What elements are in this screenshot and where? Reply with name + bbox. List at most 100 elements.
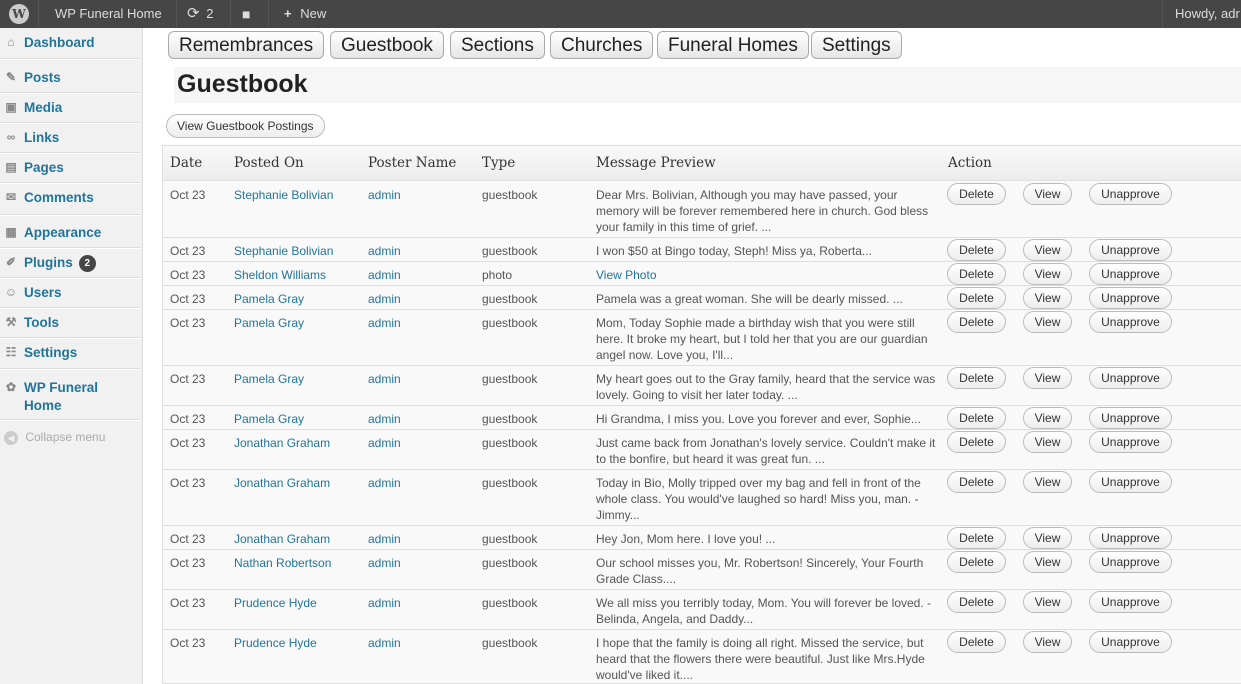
- unapprove-button[interactable]: Unapprove: [1089, 631, 1172, 653]
- delete-button[interactable]: Delete: [947, 431, 1006, 453]
- sidebar-item-settings[interactable]: ☷ Settings: [0, 338, 141, 368]
- column-header-date[interactable]: Date: [170, 155, 202, 171]
- tab-funeral-homes[interactable]: Funeral Homes: [657, 31, 809, 59]
- howdy-user-menu[interactable]: Howdy, adr: [1175, 0, 1240, 28]
- row-posted-on-link[interactable]: Pamela Gray: [234, 315, 304, 331]
- row-poster-name-link[interactable]: admin: [368, 635, 401, 651]
- view-button[interactable]: View: [1023, 527, 1072, 549]
- row-posted-on-link[interactable]: Stephanie Bolivian: [234, 243, 333, 259]
- view-button[interactable]: View: [1023, 407, 1072, 429]
- delete-button[interactable]: Delete: [947, 183, 1006, 205]
- unapprove-button[interactable]: Unapprove: [1089, 431, 1172, 453]
- sidebar-item-users[interactable]: ☺ Users: [0, 278, 141, 308]
- row-posted-on-link[interactable]: Nathan Robertson: [234, 555, 331, 571]
- delete-button[interactable]: Delete: [947, 367, 1006, 389]
- row-poster-name-link[interactable]: admin: [368, 595, 401, 611]
- tab-churches[interactable]: Churches: [550, 31, 654, 59]
- row-posted-on-link[interactable]: Sheldon Williams: [234, 267, 326, 283]
- view-button[interactable]: View: [1023, 183, 1072, 205]
- delete-button[interactable]: Delete: [947, 311, 1006, 333]
- tab-sections[interactable]: Sections: [450, 31, 545, 59]
- delete-button[interactable]: Delete: [947, 407, 1006, 429]
- delete-button[interactable]: Delete: [947, 471, 1006, 493]
- row-posted-on-link[interactable]: Jonathan Graham: [234, 531, 330, 547]
- sidebar-item-comments[interactable]: ✉ Comments: [0, 183, 141, 213]
- row-poster-name-link[interactable]: admin: [368, 371, 401, 387]
- row-poster-name-link[interactable]: admin: [368, 411, 401, 427]
- row-poster-name-link[interactable]: admin: [368, 291, 401, 307]
- site-name-link[interactable]: WP Funeral Home: [55, 0, 162, 28]
- row-poster-name-link[interactable]: admin: [368, 475, 401, 491]
- tab-remembrances[interactable]: Remembrances: [168, 31, 325, 59]
- sidebar-item-dashboard[interactable]: ⌂ Dashboard: [0, 28, 141, 58]
- unapprove-button[interactable]: Unapprove: [1089, 551, 1172, 573]
- unapprove-button[interactable]: Unapprove: [1089, 527, 1172, 549]
- view-button[interactable]: View: [1023, 263, 1072, 285]
- row-date: Oct 23: [170, 636, 206, 650]
- sidebar-item-appearance[interactable]: ▦ Appearance: [0, 218, 141, 248]
- row-poster-name-link[interactable]: admin: [368, 187, 401, 203]
- view-button[interactable]: View: [1023, 471, 1072, 493]
- delete-button[interactable]: Delete: [947, 591, 1006, 613]
- row-poster-name-link[interactable]: admin: [368, 555, 401, 571]
- unapprove-button[interactable]: Unapprove: [1089, 367, 1172, 389]
- column-header-message-preview[interactable]: Message Preview: [596, 155, 716, 171]
- row-poster-name-link[interactable]: admin: [368, 243, 401, 259]
- view-button[interactable]: View: [1023, 367, 1072, 389]
- unapprove-button[interactable]: Unapprove: [1089, 471, 1172, 493]
- admin-bar-divider: [1162, 0, 1163, 28]
- wordpress-logo-icon[interactable]: W: [9, 4, 29, 24]
- column-header-type[interactable]: Type: [482, 155, 515, 171]
- row-posted-on-link[interactable]: Jonathan Graham: [234, 475, 330, 491]
- sidebar-item-links[interactable]: ∞ Links: [0, 123, 141, 153]
- row-posted-on-link[interactable]: Prudence Hyde: [234, 635, 317, 651]
- unapprove-button[interactable]: Unapprove: [1089, 263, 1172, 285]
- comments-bubble-icon[interactable]: ■: [242, 0, 250, 28]
- row-poster-name-link[interactable]: admin: [368, 531, 401, 547]
- row-posted-on-link[interactable]: Pamela Gray: [234, 371, 304, 387]
- row-posted-on-link[interactable]: Jonathan Graham: [234, 435, 330, 451]
- view-button[interactable]: View: [1023, 239, 1072, 261]
- view-button[interactable]: View: [1023, 431, 1072, 453]
- delete-button[interactable]: Delete: [947, 551, 1006, 573]
- column-header-poster-name[interactable]: Poster Name: [368, 155, 456, 171]
- unapprove-button[interactable]: Unapprove: [1089, 311, 1172, 333]
- unapprove-button[interactable]: Unapprove: [1089, 287, 1172, 309]
- row-posted-on-link[interactable]: Prudence Hyde: [234, 595, 317, 611]
- view-button[interactable]: View: [1023, 551, 1072, 573]
- sidebar-item-media[interactable]: ▣ Media: [0, 93, 141, 123]
- row-posted-on-link[interactable]: Stephanie Bolivian: [234, 187, 333, 203]
- row-posted-on-link[interactable]: Pamela Gray: [234, 411, 304, 427]
- tab-settings[interactable]: Settings: [811, 31, 902, 59]
- delete-button[interactable]: Delete: [947, 631, 1006, 653]
- tab-guestbook[interactable]: Guestbook: [330, 31, 444, 59]
- unapprove-button[interactable]: Unapprove: [1089, 407, 1172, 429]
- row-message-preview: I won $50 at Bingo today, Steph! Miss ya…: [596, 244, 872, 258]
- delete-button[interactable]: Delete: [947, 287, 1006, 309]
- sidebar-item-wp-funeral-home[interactable]: ✿ WP Funeral Home: [0, 373, 141, 421]
- unapprove-button[interactable]: Unapprove: [1089, 183, 1172, 205]
- delete-button[interactable]: Delete: [947, 263, 1006, 285]
- row-poster-name-link[interactable]: admin: [368, 315, 401, 331]
- updates-link[interactable]: ⟳ 2: [187, 0, 213, 28]
- view-guestbook-postings-button[interactable]: View Guestbook Postings: [166, 114, 325, 138]
- unapprove-button[interactable]: Unapprove: [1089, 591, 1172, 613]
- delete-button[interactable]: Delete: [947, 239, 1006, 261]
- row-poster-name-link[interactable]: admin: [368, 267, 401, 283]
- sidebar-item-plugins[interactable]: ✐ Plugins 2: [0, 248, 141, 278]
- row-posted-on-link[interactable]: Pamela Gray: [234, 291, 304, 307]
- view-button[interactable]: View: [1023, 591, 1072, 613]
- view-button[interactable]: View: [1023, 311, 1072, 333]
- row-poster-name-link[interactable]: admin: [368, 435, 401, 451]
- sidebar-item-tools[interactable]: ⚒ Tools: [0, 308, 141, 338]
- unapprove-button[interactable]: Unapprove: [1089, 239, 1172, 261]
- sidebar-item-pages[interactable]: ▤ Pages: [0, 153, 141, 183]
- view-button[interactable]: View: [1023, 287, 1072, 309]
- column-header-posted-on[interactable]: Posted On: [234, 155, 304, 171]
- view-button[interactable]: View: [1023, 631, 1072, 653]
- collapse-menu-button[interactable]: ◀ Collapse menu: [4, 430, 105, 445]
- row-message-preview[interactable]: View Photo: [596, 267, 936, 283]
- new-content-link[interactable]: + New: [284, 0, 326, 28]
- delete-button[interactable]: Delete: [947, 527, 1006, 549]
- sidebar-item-posts[interactable]: ✎ Posts: [0, 63, 141, 93]
